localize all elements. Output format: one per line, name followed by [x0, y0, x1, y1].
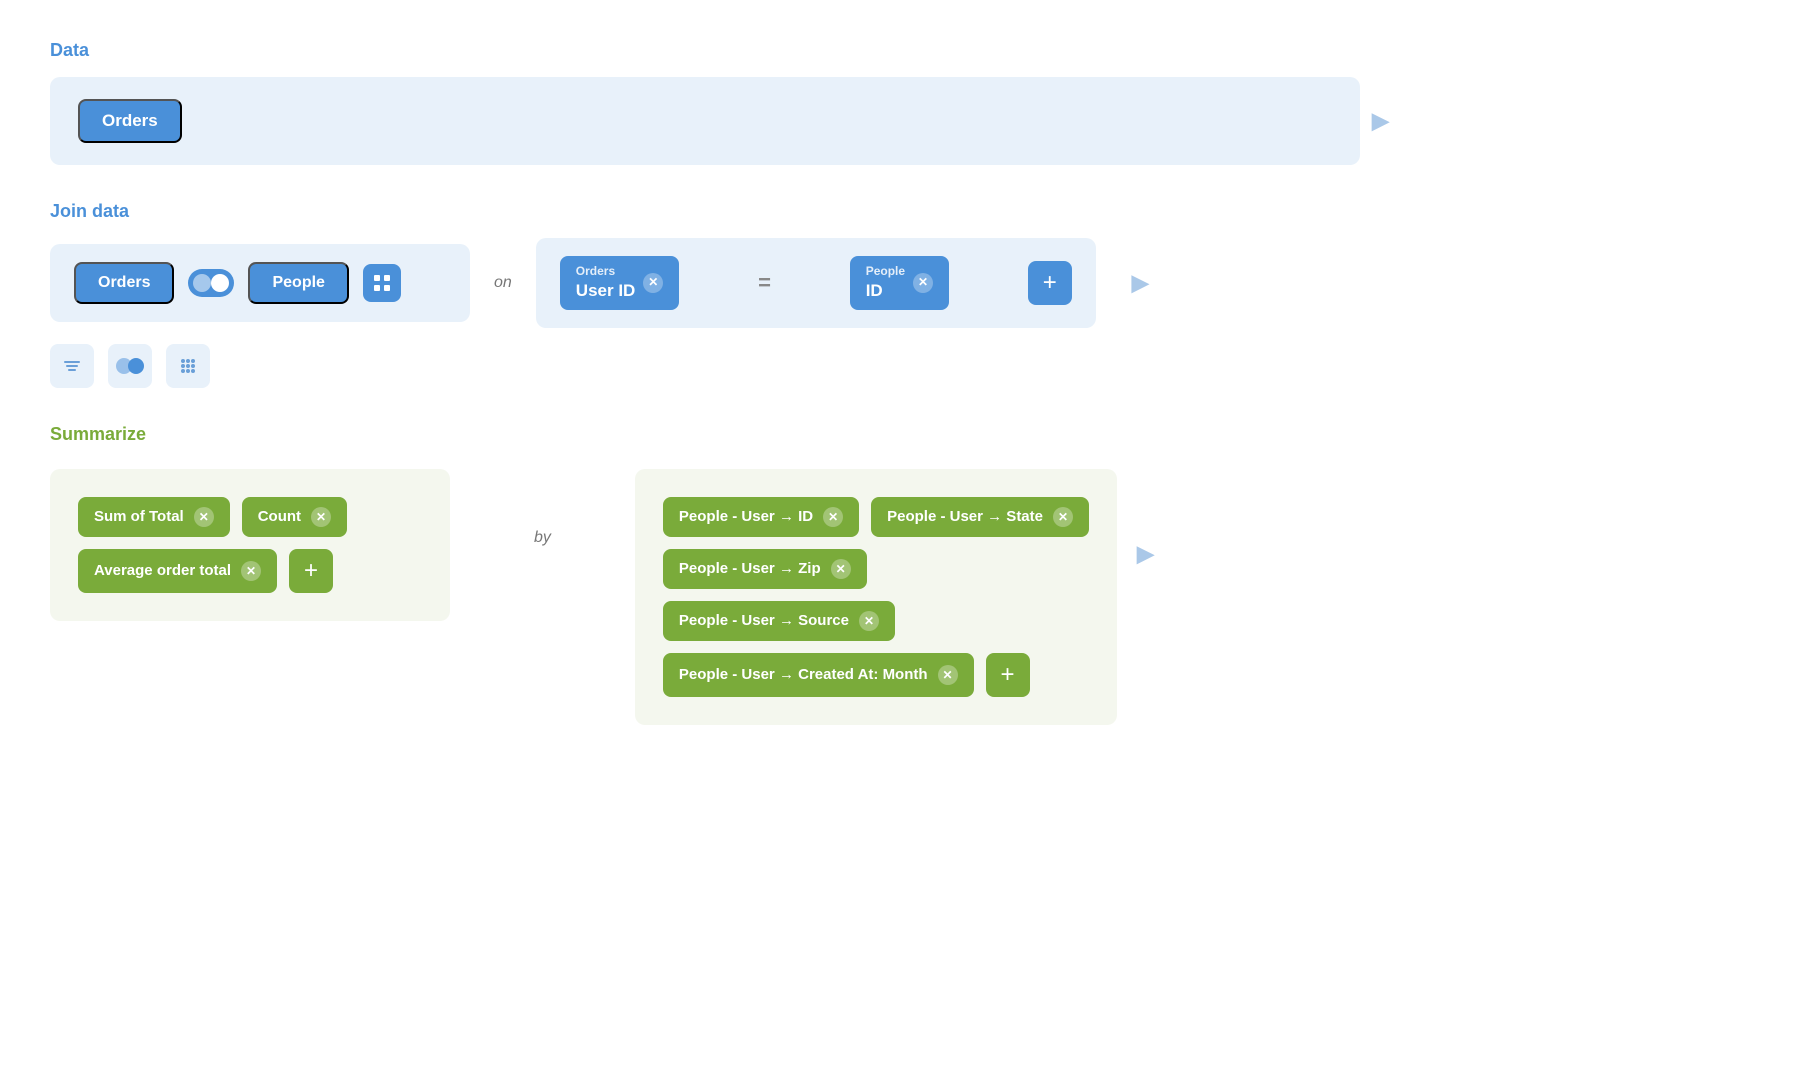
join-icons-row — [50, 344, 1768, 388]
orders-tag[interactable]: Orders — [78, 99, 182, 143]
join-grid-icon-btn[interactable] — [363, 264, 401, 302]
people-user-source-close[interactable]: ✕ — [859, 611, 879, 631]
join-tag-people-id[interactable]: People ID ✕ — [850, 256, 949, 310]
summarize-right-row1: People - User → ID ✕ People - User → Sta… — [663, 497, 1089, 537]
summarize-right-add-button[interactable]: + — [986, 653, 1030, 697]
join-section: Join data Orders People on Orders — [50, 201, 1768, 388]
tag-sum-of-total[interactable]: Sum of Total ✕ — [78, 497, 230, 537]
tag-count[interactable]: Count ✕ — [242, 497, 347, 537]
join-row: Orders People on Orders User ID ✕ — [50, 238, 1768, 328]
join-orders-tag[interactable]: Orders — [74, 262, 174, 304]
on-label: on — [494, 274, 512, 292]
summarize-row: Sum of Total ✕ Count ✕ Average order tot… — [50, 469, 1117, 725]
summarize-left-tags-row1: Sum of Total ✕ Count ✕ — [78, 497, 422, 537]
toggle-icon — [116, 356, 144, 376]
join-add-button[interactable]: + — [1028, 261, 1072, 305]
summarize-right-row2: People - User → Zip ✕ — [663, 549, 1089, 589]
tag-people-user-source[interactable]: People - User → Source ✕ — [663, 601, 895, 641]
summarize-arrow-container: ▶ — [1117, 461, 1154, 567]
grid-dots-icon — [178, 356, 198, 376]
join-tag-orders-userid[interactable]: Orders User ID ✕ — [560, 256, 680, 310]
grid-dots-btn[interactable] — [166, 344, 210, 388]
tag-people-user-id[interactable]: People - User → ID ✕ — [663, 497, 859, 537]
data-box: Orders — [50, 77, 1360, 165]
data-section: Data Orders ▶ — [50, 40, 1768, 165]
filter-icon — [62, 356, 82, 376]
data-arrow: ▶ — [1372, 108, 1389, 134]
by-label-container: by — [510, 469, 575, 547]
tag-people-user-state[interactable]: People - User → State ✕ — [871, 497, 1089, 537]
tag-avg-order-total[interactable]: Average order total ✕ — [78, 549, 277, 593]
join-toggle-btn[interactable] — [108, 344, 152, 388]
eq-sign: = — [758, 270, 771, 296]
sum-of-total-close[interactable]: ✕ — [194, 507, 214, 527]
join-arrow: ▶ — [1132, 270, 1149, 296]
grid-icon — [372, 273, 392, 293]
join-right-box: Orders User ID ✕ = People ID ✕ + — [536, 238, 1096, 328]
summarize-arrow: ▶ — [1137, 541, 1154, 567]
by-label: by — [534, 469, 551, 547]
join-toggle-icon[interactable] — [188, 269, 234, 297]
people-user-id-close[interactable]: ✕ — [823, 507, 843, 527]
summarize-left-add-button[interactable]: + — [289, 549, 333, 593]
join-people-tag[interactable]: People — [248, 262, 348, 304]
people-user-state-close[interactable]: ✕ — [1053, 507, 1073, 527]
join-tag-orders-top: Orders User ID — [576, 264, 636, 302]
join-tag-people-close[interactable]: ✕ — [913, 273, 933, 293]
people-user-zip-close[interactable]: ✕ — [831, 559, 851, 579]
summarize-section: Summarize Sum of Total ✕ Count ✕ Av — [50, 424, 1768, 725]
tag-people-user-created-at[interactable]: People - User → Created At: Month ✕ — [663, 653, 974, 697]
join-tag-people-top: People ID — [866, 264, 905, 302]
join-section-label: Join data — [50, 201, 1768, 222]
avg-order-total-close[interactable]: ✕ — [241, 561, 261, 581]
join-left-box: Orders People — [50, 244, 470, 322]
summarize-right-box: People - User → ID ✕ People - User → Sta… — [635, 469, 1117, 725]
people-user-created-at-close[interactable]: ✕ — [938, 665, 958, 685]
summarize-right-tags-col: People - User → ID ✕ People - User → Sta… — [663, 497, 1089, 697]
join-tag-orders-close[interactable]: ✕ — [643, 273, 663, 293]
summarize-left-tags-row2: Average order total ✕ + — [78, 549, 422, 593]
summarize-left-box: Sum of Total ✕ Count ✕ Average order tot… — [50, 469, 450, 621]
count-close[interactable]: ✕ — [311, 507, 331, 527]
tag-people-user-zip[interactable]: People - User → Zip ✕ — [663, 549, 867, 589]
summarize-right-row3: People - User → Source ✕ — [663, 601, 1089, 641]
data-section-label: Data — [50, 40, 1768, 61]
summarize-right-row4: People - User → Created At: Month ✕ + — [663, 653, 1089, 697]
filter-icon-btn[interactable] — [50, 344, 94, 388]
summarize-section-label: Summarize — [50, 424, 1768, 445]
